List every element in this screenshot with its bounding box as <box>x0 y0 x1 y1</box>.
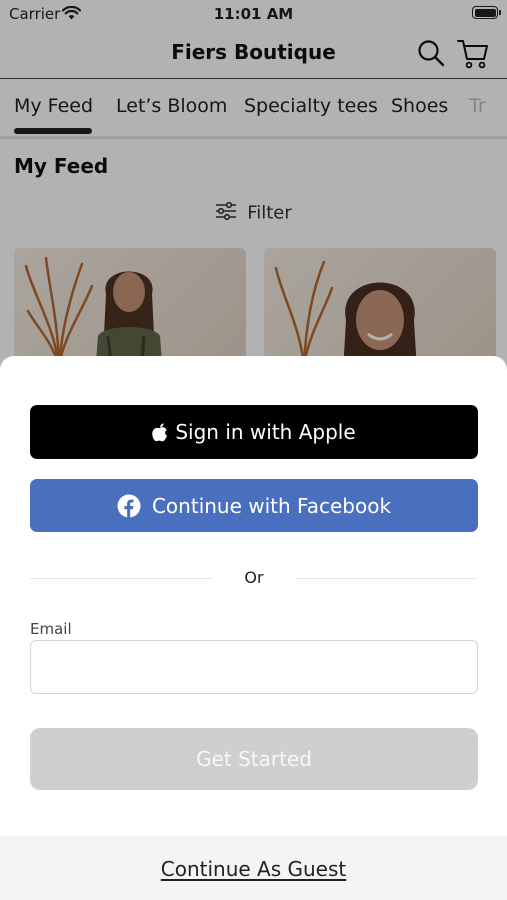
guest-bar: Continue As Guest <box>0 836 507 900</box>
apple-icon <box>152 422 168 442</box>
sign-in-sheet: Sign in with Apple Continue with Faceboo… <box>0 356 507 900</box>
sign-in-apple-button[interactable]: Sign in with Apple <box>30 405 478 459</box>
facebook-button-label: Continue with Facebook <box>151 493 392 518</box>
divider-line <box>30 578 212 579</box>
apple-button-label: Sign in with Apple <box>175 420 356 444</box>
facebook-icon <box>117 494 141 518</box>
divider-or-text: Or <box>244 568 264 587</box>
divider-line <box>296 578 478 579</box>
continue-facebook-button[interactable]: Continue with Facebook <box>30 479 478 532</box>
email-field[interactable] <box>30 640 478 694</box>
get-started-button[interactable]: Get Started <box>30 728 478 790</box>
email-label: Email <box>30 620 72 638</box>
continue-as-guest-link[interactable]: Continue As Guest <box>0 857 507 881</box>
